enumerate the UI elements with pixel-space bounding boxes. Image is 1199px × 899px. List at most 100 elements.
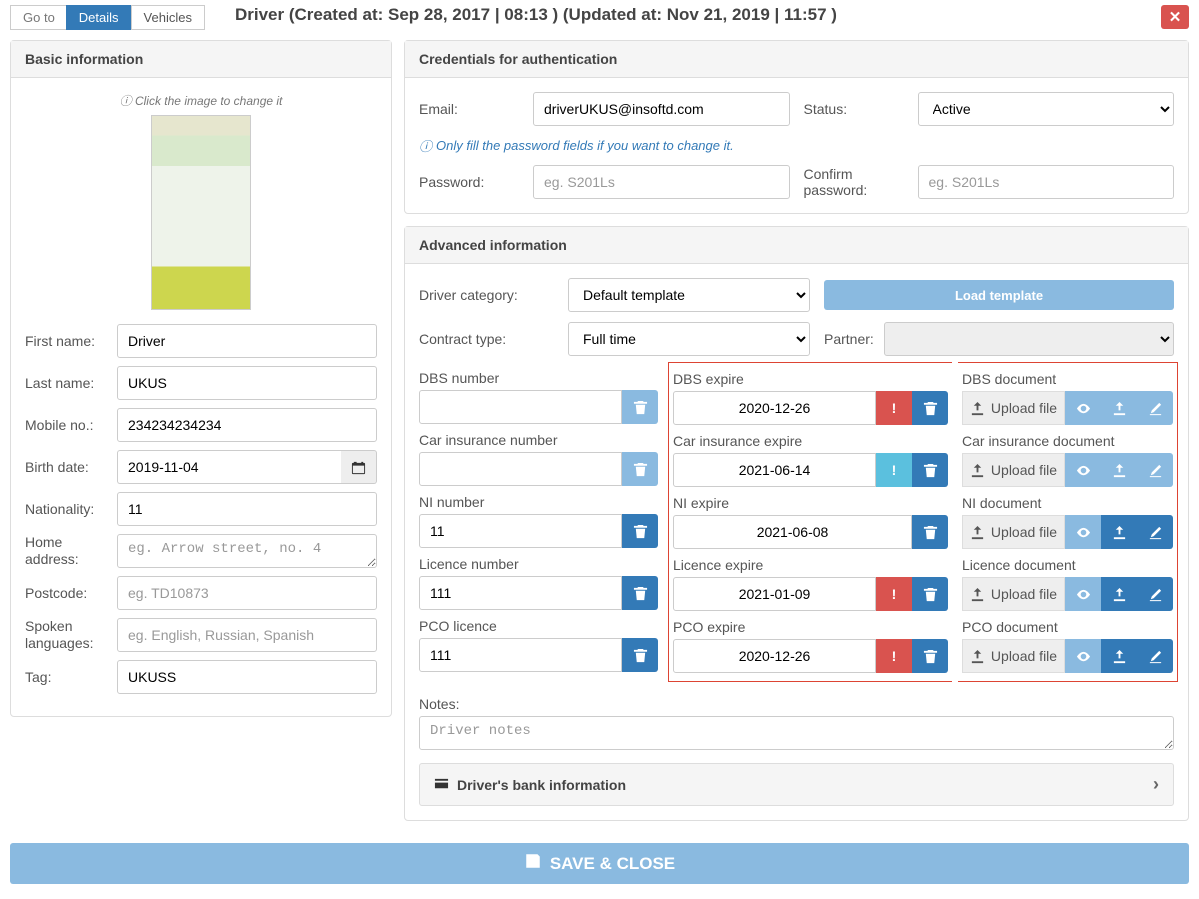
- driver-image[interactable]: [151, 115, 251, 310]
- dbs-doc-label: DBS document: [962, 371, 1173, 387]
- last-name-input[interactable]: [117, 366, 377, 400]
- load-template-button[interactable]: Load template: [824, 280, 1174, 310]
- warning-icon[interactable]: !: [876, 453, 912, 487]
- notes-input[interactable]: [419, 716, 1174, 750]
- status-label: Status:: [804, 101, 904, 117]
- cpw-label: Confirm password:: [804, 166, 904, 198]
- postcode-label: Postcode:: [25, 585, 117, 602]
- trash-icon[interactable]: [622, 514, 658, 548]
- dbs-num-input[interactable]: [419, 390, 622, 424]
- edit-icon[interactable]: [1137, 639, 1173, 673]
- pw-input[interactable]: [533, 165, 790, 199]
- panel-advanced: Advanced information Driver category: De…: [404, 226, 1189, 821]
- basic-heading: Basic information: [11, 41, 391, 78]
- trash-icon[interactable]: [912, 453, 948, 487]
- upload-icon[interactable]: [1101, 515, 1137, 549]
- dbs-upload-button[interactable]: Upload file: [962, 391, 1065, 425]
- warning-icon[interactable]: !: [876, 391, 912, 425]
- ni-exp-input[interactable]: [673, 515, 912, 549]
- lic-doc-label: Licence document: [962, 557, 1173, 573]
- cat-select[interactable]: Default template: [568, 278, 810, 312]
- tab-goto: Go to: [10, 5, 67, 30]
- edit-icon[interactable]: [1137, 453, 1173, 487]
- nationality-label: Nationality:: [25, 501, 117, 518]
- lic-num-input[interactable]: [419, 576, 622, 610]
- ni-upload-button[interactable]: Upload file: [962, 515, 1065, 549]
- upload-icon[interactable]: [1101, 391, 1137, 425]
- ni-num-input[interactable]: [419, 514, 622, 548]
- nationality-input[interactable]: [117, 492, 377, 526]
- dbs-exp-label: DBS expire: [673, 371, 948, 387]
- pco-num-input[interactable]: [419, 638, 622, 672]
- cpw-input[interactable]: [918, 165, 1175, 199]
- edit-icon[interactable]: [1137, 391, 1173, 425]
- upload-icon[interactable]: [1101, 577, 1137, 611]
- lic-exp-input[interactable]: [673, 577, 876, 611]
- notes-label: Notes:: [419, 696, 1174, 712]
- trash-icon[interactable]: [622, 576, 658, 610]
- birth-label: Birth date:: [25, 459, 117, 476]
- warning-icon[interactable]: !: [876, 577, 912, 611]
- trash-icon[interactable]: [912, 577, 948, 611]
- bank-info-panel[interactable]: Driver's bank information ›: [419, 763, 1174, 806]
- email-label: Email:: [419, 101, 519, 117]
- tag-label: Tag:: [25, 669, 117, 686]
- car-doc-label: Car insurance document: [962, 433, 1173, 449]
- eye-icon[interactable]: [1065, 515, 1101, 549]
- edit-icon[interactable]: [1137, 577, 1173, 611]
- lic-num-label: Licence number: [419, 556, 658, 572]
- card-icon: [434, 776, 449, 794]
- eye-icon[interactable]: [1065, 453, 1101, 487]
- trash-icon[interactable]: [912, 391, 948, 425]
- close-button[interactable]: ✕: [1161, 5, 1189, 29]
- car-exp-label: Car insurance expire: [673, 433, 948, 449]
- page-title: Driver (Created at: Sep 28, 2017 | 08:13…: [235, 5, 1161, 25]
- dbs-exp-input[interactable]: [673, 391, 876, 425]
- home-input[interactable]: [117, 534, 377, 568]
- ni-doc-label: NI document: [962, 495, 1173, 511]
- eye-icon[interactable]: [1065, 577, 1101, 611]
- save-close-button[interactable]: SAVE & CLOSE: [10, 843, 1189, 884]
- pco-exp-input[interactable]: [673, 639, 876, 673]
- tag-input[interactable]: [117, 660, 377, 694]
- trash-icon[interactable]: [622, 452, 658, 486]
- eye-icon[interactable]: [1065, 391, 1101, 425]
- partner-select[interactable]: [884, 322, 1174, 356]
- trash-icon[interactable]: [912, 515, 948, 549]
- calendar-icon[interactable]: [341, 450, 377, 484]
- warning-icon[interactable]: !: [876, 639, 912, 673]
- languages-label: Spoken languages:: [25, 618, 117, 652]
- status-select[interactable]: Active: [918, 92, 1175, 126]
- ni-exp-label: NI expire: [673, 495, 948, 511]
- edit-icon[interactable]: [1137, 515, 1173, 549]
- tab-details[interactable]: Details: [66, 5, 132, 30]
- save-icon: [524, 852, 542, 875]
- trash-icon[interactable]: [622, 390, 658, 424]
- lic-upload-button[interactable]: Upload file: [962, 577, 1065, 611]
- pco-upload-button[interactable]: Upload file: [962, 639, 1065, 673]
- partner-label: Partner:: [824, 331, 874, 347]
- first-name-input[interactable]: [117, 324, 377, 358]
- chevron-right-icon: ›: [1153, 774, 1159, 795]
- adv-heading: Advanced information: [405, 227, 1188, 264]
- birth-input[interactable]: [117, 450, 341, 484]
- email-input[interactable]: [533, 92, 790, 126]
- trash-icon[interactable]: [912, 639, 948, 673]
- postcode-input[interactable]: [117, 576, 377, 610]
- trash-icon[interactable]: [622, 638, 658, 672]
- home-label: Home address:: [25, 534, 117, 568]
- car-num-input[interactable]: [419, 452, 622, 486]
- mobile-label: Mobile no.:: [25, 417, 117, 434]
- upload-icon[interactable]: [1101, 453, 1137, 487]
- ni-num-label: NI number: [419, 494, 658, 510]
- languages-input[interactable]: [117, 618, 377, 652]
- upload-icon[interactable]: [1101, 639, 1137, 673]
- eye-icon[interactable]: [1065, 639, 1101, 673]
- car-upload-button[interactable]: Upload file: [962, 453, 1065, 487]
- car-exp-input[interactable]: [673, 453, 876, 487]
- tab-vehicles[interactable]: Vehicles: [131, 5, 205, 30]
- image-hint: ⓘ Click the image to change it: [25, 92, 377, 109]
- contract-select[interactable]: Full time: [568, 322, 810, 356]
- mobile-input[interactable]: [117, 408, 377, 442]
- cat-label: Driver category:: [419, 287, 554, 303]
